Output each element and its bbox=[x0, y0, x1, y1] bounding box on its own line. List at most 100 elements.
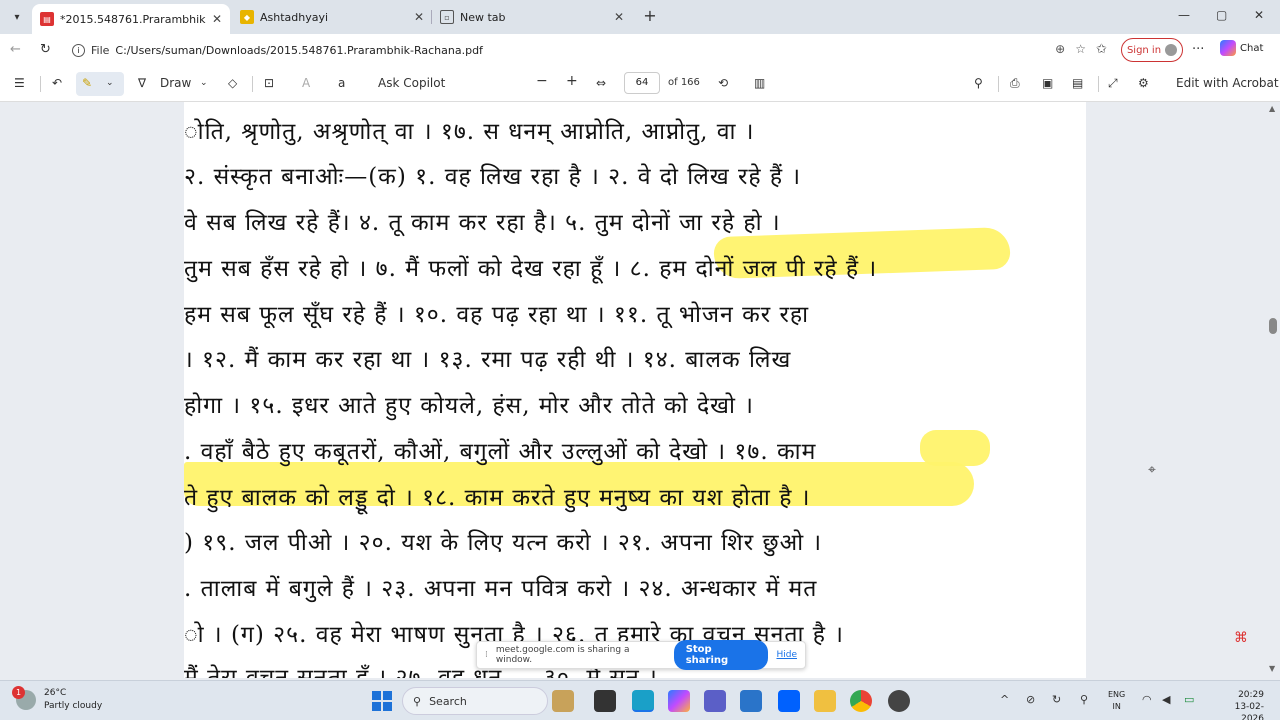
taskbar-search[interactable]: ⚲ Search bbox=[402, 687, 548, 715]
rotate-icon[interactable]: ⟲ bbox=[718, 76, 728, 90]
pdf-text-line: २. संस्कृत बनाओः—(क) १. वह लिख रहा है । … bbox=[184, 164, 802, 190]
fullscreen-icon[interactable]: ⤢ bbox=[1108, 76, 1118, 91]
url-field[interactable]: i File C:/Users/suman/Downloads/2015.548… bbox=[64, 38, 1094, 62]
highlighter-icon[interactable]: ✎ bbox=[82, 76, 92, 90]
zoom-icon[interactable]: ⊕ bbox=[1055, 42, 1065, 56]
copilot-icon bbox=[1220, 40, 1236, 56]
screen-share-bar: ⁞ meet.google.com is sharing a window. S… bbox=[476, 640, 806, 670]
drag-grip-icon[interactable]: ⁞ bbox=[485, 650, 488, 660]
ask-copilot-button[interactable]: Ask Copilot bbox=[378, 76, 445, 90]
toolbar-divider bbox=[40, 76, 41, 92]
info-icon[interactable]: i bbox=[72, 43, 85, 57]
terminal-icon[interactable] bbox=[594, 690, 616, 712]
pdf-page: ोति, श्रृणोतु, अश्रृणोत् वा । १७. स धनम्… bbox=[184, 102, 1086, 678]
folder-icon[interactable] bbox=[814, 690, 836, 712]
draw-dropdown-chevron-icon[interactable]: ⌄ bbox=[200, 78, 208, 88]
eraser-icon[interactable]: ◇ bbox=[228, 76, 237, 90]
settings-gear-icon[interactable]: ⚙ bbox=[1138, 76, 1149, 90]
acrobat-pdf-icon[interactable]: ⌘ bbox=[1234, 630, 1252, 650]
save-as-icon[interactable]: ▤ bbox=[1072, 76, 1083, 90]
copilot-app-icon[interactable] bbox=[668, 690, 690, 712]
store-icon[interactable] bbox=[740, 690, 762, 712]
pdf-viewer[interactable]: ोति, श्रृणोतु, अश्रृणोत् वा । १७. स धनम्… bbox=[0, 102, 1280, 678]
pdf-text-line: . वहाँ बैठे हुए कबूतरों, कौओं, बगुलों और… bbox=[184, 439, 817, 465]
zoom-out-icon[interactable]: − bbox=[536, 73, 548, 89]
dropbox-icon[interactable] bbox=[778, 690, 800, 712]
tab-pdf[interactable]: ▤ *2015.548761.Prarambhik-Rachana ✕ bbox=[32, 4, 230, 34]
microphone-icon[interactable]: ⚲ bbox=[1080, 693, 1088, 706]
sign-in-label: Sign in bbox=[1126, 44, 1162, 56]
save-icon[interactable]: ▣ bbox=[1042, 76, 1053, 90]
teams-icon[interactable] bbox=[704, 690, 726, 712]
volume-icon[interactable]: ◀ bbox=[1162, 693, 1170, 706]
scrollbar-thumb[interactable] bbox=[1269, 318, 1277, 334]
contents-list-icon[interactable]: ☰ bbox=[14, 76, 25, 90]
toolbar-divider bbox=[998, 76, 999, 92]
weather-cloud-icon: 1 bbox=[12, 686, 36, 710]
pdf-text-line: ) १९. जल पीओ । २०. यश के लिए यत्न करो । … bbox=[184, 530, 823, 556]
weather-widget[interactable]: 1 26°C Partly cloudy bbox=[12, 686, 102, 713]
sign-in-button[interactable]: Sign in bbox=[1121, 38, 1183, 62]
tray-app-icon[interactable]: ⊘ bbox=[1026, 693, 1035, 706]
wifi-icon[interactable]: ◠ bbox=[1142, 693, 1152, 706]
language-indicator[interactable]: ENG IN bbox=[1108, 689, 1125, 713]
copilot-chat-button[interactable]: Chat bbox=[1220, 40, 1263, 56]
mouse-cursor-icon: ⌖ bbox=[1148, 462, 1156, 478]
text-box-icon[interactable]: ⊡ bbox=[264, 76, 274, 90]
tab-newtab[interactable]: ▫ New tab ✕ bbox=[432, 4, 632, 30]
minimize-icon[interactable]: — bbox=[1178, 8, 1190, 22]
stop-sharing-button[interactable]: Stop sharing bbox=[673, 640, 769, 670]
new-tab-plus-icon[interactable]: + bbox=[640, 7, 660, 27]
tab-actions-chevron-icon[interactable]: ▾ bbox=[6, 6, 28, 28]
draw-pen-icon[interactable]: ∇ bbox=[138, 76, 146, 90]
close-tab-icon[interactable]: ✕ bbox=[212, 12, 222, 26]
close-tab-icon[interactable]: ✕ bbox=[414, 10, 424, 24]
clock[interactable]: 20:29 13-02-2026 bbox=[1212, 689, 1264, 720]
app-icon[interactable] bbox=[888, 690, 910, 712]
highlight-annotation[interactable] bbox=[920, 430, 990, 466]
refresh-icon[interactable]: ↻ bbox=[40, 42, 51, 57]
file-explorer-thumbnail-icon[interactable] bbox=[552, 690, 574, 712]
toolbar-divider bbox=[1098, 76, 1099, 92]
sync-icon[interactable]: ↻ bbox=[1052, 693, 1061, 706]
more-options-icon[interactable]: ··· bbox=[1192, 42, 1204, 57]
url-text[interactable]: C:/Users/suman/Downloads/2015.548761.Pra… bbox=[115, 44, 483, 57]
windows-start-icon[interactable] bbox=[372, 691, 392, 711]
battery-icon[interactable]: ▭ bbox=[1184, 693, 1194, 706]
draw-label[interactable]: Draw bbox=[160, 76, 191, 90]
zoom-in-icon[interactable]: + bbox=[566, 73, 578, 89]
hide-share-bar-link[interactable]: Hide bbox=[776, 650, 797, 660]
vertical-scrollbar[interactable]: ▲ ▼ bbox=[1266, 102, 1280, 678]
taskbar-search-label: Search bbox=[429, 694, 467, 708]
close-window-icon[interactable]: ✕ bbox=[1254, 8, 1264, 22]
back-arrow-icon[interactable]: ← bbox=[10, 42, 21, 57]
favorite-star-icon[interactable]: ☆ bbox=[1075, 42, 1086, 56]
avatar-icon bbox=[1165, 44, 1178, 56]
address-bar-row: ← ↻ i File C:/Users/suman/Downloads/2015… bbox=[0, 34, 1280, 66]
tray-chevron-icon[interactable]: ^ bbox=[1000, 693, 1009, 706]
close-tab-icon[interactable]: ✕ bbox=[614, 10, 624, 24]
edge-browser-icon[interactable] bbox=[632, 690, 654, 712]
page-number-input[interactable]: 64 bbox=[624, 72, 660, 94]
lang-region: IN bbox=[1112, 702, 1121, 711]
notification-badge: 1 bbox=[12, 686, 25, 699]
print-icon[interactable]: ⎙ bbox=[1010, 76, 1020, 91]
scroll-down-arrow-icon[interactable]: ▼ bbox=[1269, 664, 1275, 673]
page-view-icon[interactable]: ▥ bbox=[754, 76, 765, 90]
tab-title: Ashtadhyayi bbox=[260, 10, 329, 24]
search-icon[interactable]: ⚲ bbox=[974, 76, 983, 90]
scroll-up-arrow-icon[interactable]: ▲ bbox=[1269, 104, 1275, 113]
fit-page-icon[interactable]: ⇔ bbox=[596, 76, 606, 90]
edit-with-acrobat-button[interactable]: Edit with Acrobat bbox=[1176, 76, 1279, 90]
favorites-icon[interactable]: ✩ bbox=[1096, 42, 1107, 57]
highlight-dropdown-chevron-icon[interactable]: ⌄ bbox=[106, 78, 114, 88]
maximize-icon[interactable]: ▢ bbox=[1216, 8, 1227, 22]
undo-icon[interactable]: ↶ bbox=[52, 76, 62, 90]
chat-label: Chat bbox=[1240, 42, 1264, 54]
tab-strip: ▾ ▤ *2015.548761.Prarambhik-Rachana ✕ ◆ … bbox=[0, 0, 1280, 34]
tab-favicon-icon: ◆ bbox=[240, 10, 254, 24]
tab-ashtadhyayi[interactable]: ◆ Ashtadhyayi ✕ bbox=[232, 4, 432, 30]
chrome-icon[interactable] bbox=[850, 690, 872, 712]
read-aloud-icon[interactable]: a bbox=[338, 76, 345, 90]
pdf-text-line: । १२. मैं काम कर रहा था । १३. रमा पढ़ रह… bbox=[184, 347, 792, 373]
